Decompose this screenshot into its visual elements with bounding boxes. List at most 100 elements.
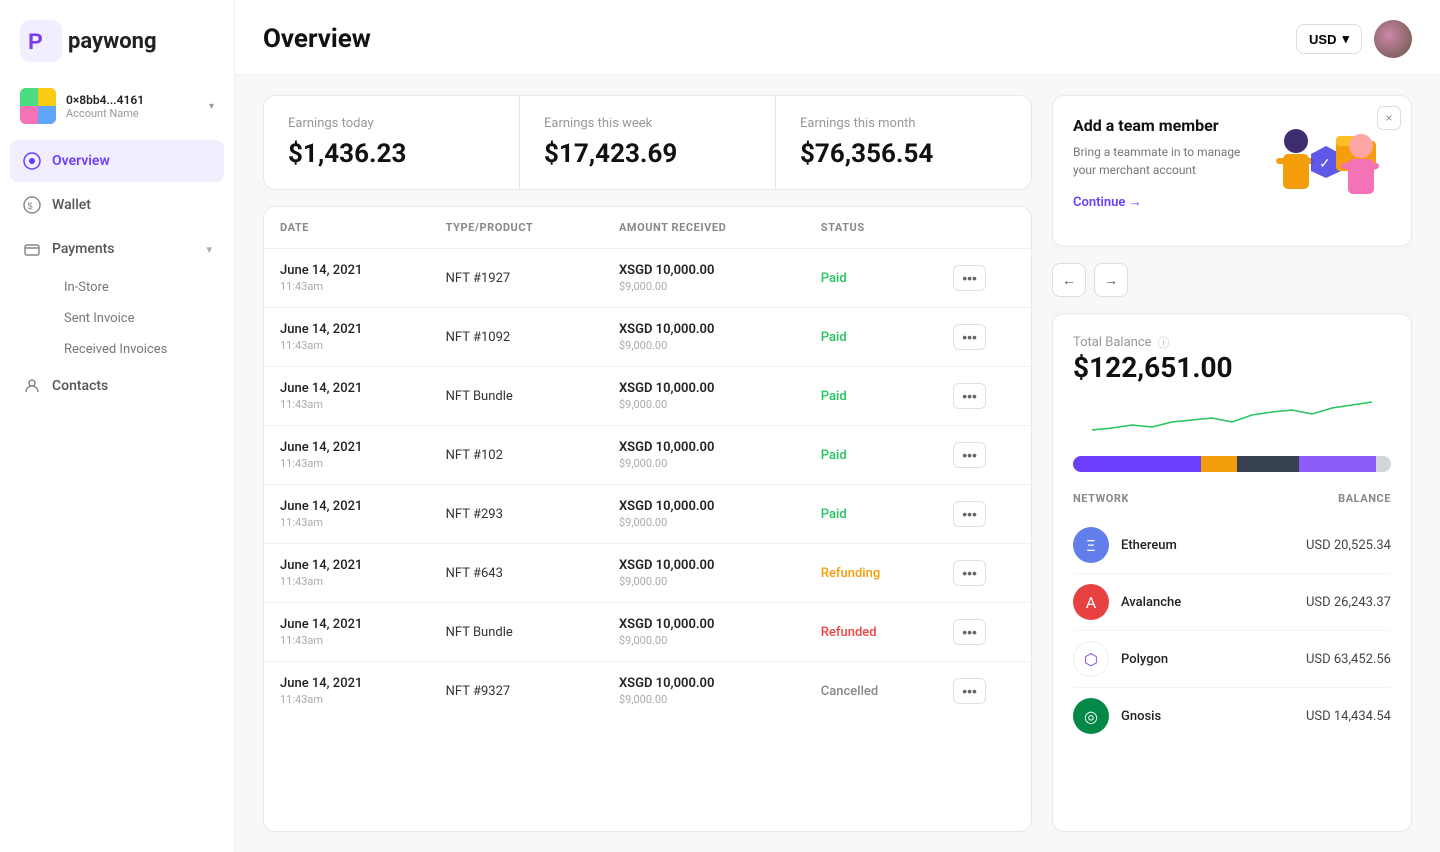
- payments-icon: [22, 239, 42, 259]
- promo-close-button[interactable]: ×: [1377, 106, 1401, 130]
- account-selector[interactable]: 0×8bb4...4161 Account Name ▾: [0, 78, 234, 140]
- sidebar-item-overview[interactable]: Overview: [10, 140, 224, 182]
- avalanche-name: Avalanche: [1121, 595, 1306, 610]
- row-more-button-5[interactable]: •••: [953, 560, 986, 586]
- cell-actions-6: •••: [937, 603, 1031, 662]
- cell-product-4: NFT #293: [430, 485, 603, 544]
- balance-col-label: BALANCE: [1338, 492, 1391, 505]
- row-more-button-2[interactable]: •••: [953, 383, 986, 409]
- balance-card: Total Balance ⓘ $122,651.00: [1052, 313, 1412, 832]
- payments-chevron-icon: ▾: [206, 243, 212, 256]
- currency-label: USD: [1309, 32, 1336, 47]
- promo-cta[interactable]: Continue →: [1073, 195, 1142, 210]
- svg-text:✓: ✓: [1319, 155, 1331, 171]
- cell-amount-3: XSGD 10,000.00 $9,000.00: [603, 426, 805, 485]
- row-more-button-3[interactable]: •••: [953, 442, 986, 468]
- user-avatar[interactable]: [1374, 20, 1412, 58]
- cell-product-1: NFT #1092: [430, 308, 603, 367]
- network-table-header: NETWORK BALANCE: [1073, 492, 1391, 505]
- row-more-button-7[interactable]: •••: [953, 678, 986, 704]
- cell-actions-3: •••: [937, 426, 1031, 485]
- bar-segment-yellow: [1201, 456, 1237, 472]
- overview-icon: [22, 151, 42, 171]
- cell-amount-4: XSGD 10,000.00 $9,000.00: [603, 485, 805, 544]
- bar-segment-gray: [1376, 456, 1391, 472]
- table-row: June 14, 2021 11:43am NFT #643 XSGD 10,0…: [264, 544, 1031, 603]
- carousel-prev-button[interactable]: ←: [1052, 263, 1086, 297]
- network-col-label: NETWORK: [1073, 492, 1129, 505]
- balance-sparkline: [1073, 400, 1391, 440]
- ethereum-icon: Ξ: [1073, 527, 1109, 563]
- cell-status-0: Paid: [805, 249, 937, 308]
- logo: P paywong: [0, 0, 234, 78]
- cell-status-5: Refunding: [805, 544, 937, 603]
- table-body: June 14, 2021 11:43am NFT #1927 XSGD 10,…: [264, 249, 1031, 721]
- currency-selector[interactable]: USD ▾: [1296, 24, 1362, 54]
- col-amount: AMOUNT RECEIVED: [603, 207, 805, 249]
- sidebar-item-contacts-label: Contacts: [52, 378, 108, 394]
- cell-amount-7: XSGD 10,000.00 $9,000.00: [603, 662, 805, 721]
- sidebar-item-sent-invoice[interactable]: Sent Invoice: [52, 303, 224, 334]
- user-avatar-image: [1374, 20, 1412, 58]
- info-icon: ⓘ: [1158, 334, 1170, 351]
- earnings-today-label: Earnings today: [288, 116, 495, 131]
- balance-amount: $122,651.00: [1073, 351, 1391, 384]
- row-more-button-1[interactable]: •••: [953, 324, 986, 350]
- carousel-next-button[interactable]: →: [1094, 263, 1128, 297]
- balance-distribution-bar: [1073, 456, 1391, 472]
- sidebar-item-received-invoices[interactable]: Received Invoices: [52, 334, 224, 365]
- nav-section: Overview $ Wallet Payments ▾ In-Stor: [0, 140, 234, 852]
- earnings-cards: Earnings today $1,436.23 Earnings this w…: [263, 95, 1032, 190]
- promo-card: Add a team member Bring a teammate in to…: [1052, 95, 1412, 247]
- logo-text: paywong: [68, 29, 157, 54]
- account-chevron-icon: ▾: [209, 101, 214, 112]
- earnings-week-value: $17,423.69: [544, 139, 751, 169]
- account-avatar-icon: [20, 88, 56, 124]
- table-row: June 14, 2021 11:43am NFT #1092 XSGD 10,…: [264, 308, 1031, 367]
- row-more-button-0[interactable]: •••: [953, 265, 986, 291]
- cell-product-3: NFT #102: [430, 426, 603, 485]
- earnings-month-card: Earnings this month $76,356.54: [776, 96, 1031, 189]
- payments-sub-nav: In-Store Sent Invoice Received Invoices: [10, 272, 224, 365]
- content-area: Earnings today $1,436.23 Earnings this w…: [235, 75, 1440, 852]
- gnosis-balance: USD 14,434.54: [1306, 709, 1391, 724]
- cell-product-2: NFT Bundle: [430, 367, 603, 426]
- cell-actions-4: •••: [937, 485, 1031, 544]
- cell-status-1: Paid: [805, 308, 937, 367]
- sidebar-item-overview-label: Overview: [52, 153, 110, 169]
- account-address: 0×8bb4...4161: [66, 93, 209, 107]
- balance-label: Total Balance ⓘ: [1073, 334, 1391, 351]
- table-row: June 14, 2021 11:43am NFT #9327 XSGD 10,…: [264, 662, 1031, 721]
- sidebar-item-contacts[interactable]: Contacts: [10, 365, 224, 407]
- cell-status-7: Cancelled: [805, 662, 937, 721]
- main-content: Overview USD ▾ Earnings today $1,436.23 …: [235, 0, 1440, 852]
- cell-date-6: June 14, 2021 11:43am: [264, 603, 430, 662]
- cell-date-3: June 14, 2021 11:43am: [264, 426, 430, 485]
- sidebar-item-payments[interactable]: Payments ▾: [10, 228, 224, 270]
- logo-icon: P: [20, 20, 62, 62]
- earnings-today-value: $1,436.23: [288, 139, 495, 169]
- sparkline-chart: [1073, 400, 1391, 440]
- sidebar-item-in-store[interactable]: In-Store: [52, 272, 224, 303]
- col-actions: [937, 207, 1031, 249]
- table-row: June 14, 2021 11:43am NFT Bundle XSGD 10…: [264, 367, 1031, 426]
- account-name: Account Name: [66, 107, 209, 120]
- contacts-icon: [22, 376, 42, 396]
- sidebar-item-payments-label: Payments: [52, 241, 115, 257]
- sidebar-item-wallet[interactable]: $ Wallet: [10, 184, 224, 226]
- network-row-avalanche: A Avalanche USD 26,243.37: [1073, 574, 1391, 631]
- promo-illustration: ✓: [1261, 116, 1391, 226]
- gnosis-icon: ◎: [1073, 698, 1109, 734]
- earnings-week-label: Earnings this week: [544, 116, 751, 131]
- header-right: USD ▾: [1296, 20, 1412, 58]
- row-more-button-4[interactable]: •••: [953, 501, 986, 527]
- col-type: TYPE/PRODUCT: [430, 207, 603, 249]
- promo-content: Add a team member Bring a teammate in to…: [1073, 116, 1249, 210]
- earnings-week-card: Earnings this week $17,423.69: [520, 96, 776, 189]
- cell-actions-2: •••: [937, 367, 1031, 426]
- row-more-button-6[interactable]: •••: [953, 619, 986, 645]
- earnings-month-value: $76,356.54: [800, 139, 1007, 169]
- table-row: June 14, 2021 11:43am NFT #293 XSGD 10,0…: [264, 485, 1031, 544]
- table-row: June 14, 2021 11:43am NFT #1927 XSGD 10,…: [264, 249, 1031, 308]
- cell-amount-1: XSGD 10,000.00 $9,000.00: [603, 308, 805, 367]
